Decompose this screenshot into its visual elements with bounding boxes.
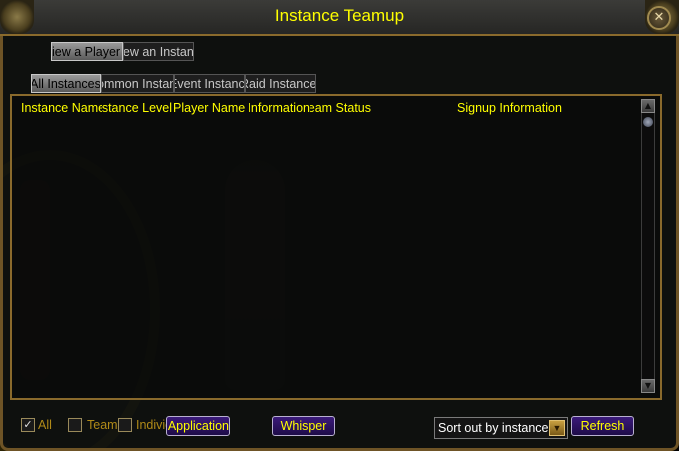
column-team-information[interactable]: Team Information — [249, 101, 310, 115]
column-team-status[interactable]: Team Status — [310, 101, 371, 115]
window-title: Instance Teamup — [274, 6, 405, 25]
filter-team-checkbox[interactable] — [68, 418, 82, 432]
tab-event-instance[interactable]: Event Instance — [174, 74, 245, 93]
whisper-button[interactable]: Whisper — [272, 416, 335, 436]
column-team-status-label: Team Status — [310, 101, 371, 115]
title-bar[interactable]: Instance Teamup ✕ — [0, 0, 679, 36]
sort-dropdown-value: Sort out by instance — [438, 421, 548, 435]
scrollbar-thumb[interactable] — [643, 117, 653, 127]
column-instance-name[interactable]: Instance Name — [21, 101, 102, 115]
column-signup-information[interactable]: Signup Information — [457, 101, 587, 115]
filter-individual-checkbox[interactable] — [118, 418, 132, 432]
tab-common-instance[interactable]: Common Instance — [101, 74, 174, 93]
close-icon[interactable]: ✕ — [647, 6, 671, 30]
tab-raid-instance[interactable]: Raid Instance — [245, 74, 316, 93]
column-instance-level-label: Instance Level — [102, 101, 172, 115]
sort-dropdown[interactable]: Sort out by instance ▼ — [434, 417, 568, 439]
list-scrollbar[interactable] — [641, 99, 655, 393]
down-arrow-icon[interactable]: ▼ — [641, 379, 655, 393]
tab-view-an-instance[interactable]: View an Instance — [123, 42, 194, 61]
instance-list-panel — [10, 94, 662, 400]
filter-all-checkbox[interactable]: ✓ — [21, 418, 35, 432]
tab-view-a-player[interactable]: View a Player — [51, 42, 123, 61]
team-application-button[interactable]: Team Application — [166, 416, 230, 436]
filter-team-label: Team — [87, 418, 117, 432]
refresh-button[interactable]: Refresh — [571, 416, 634, 436]
column-team-information-label: Team Information — [249, 101, 310, 115]
filter-all-label: All — [38, 418, 52, 432]
column-player-name[interactable]: Player Name — [173, 101, 249, 115]
column-instance-level[interactable]: Instance Level — [102, 101, 172, 115]
tab-all-instances[interactable]: All Instances — [31, 74, 101, 93]
team-application-label: Team Application — [167, 419, 229, 433]
filter-individual-label: Individual — [136, 418, 166, 432]
chevron-down-icon[interactable]: ▼ — [549, 420, 565, 436]
up-arrow-icon[interactable]: ▲ — [641, 99, 655, 113]
